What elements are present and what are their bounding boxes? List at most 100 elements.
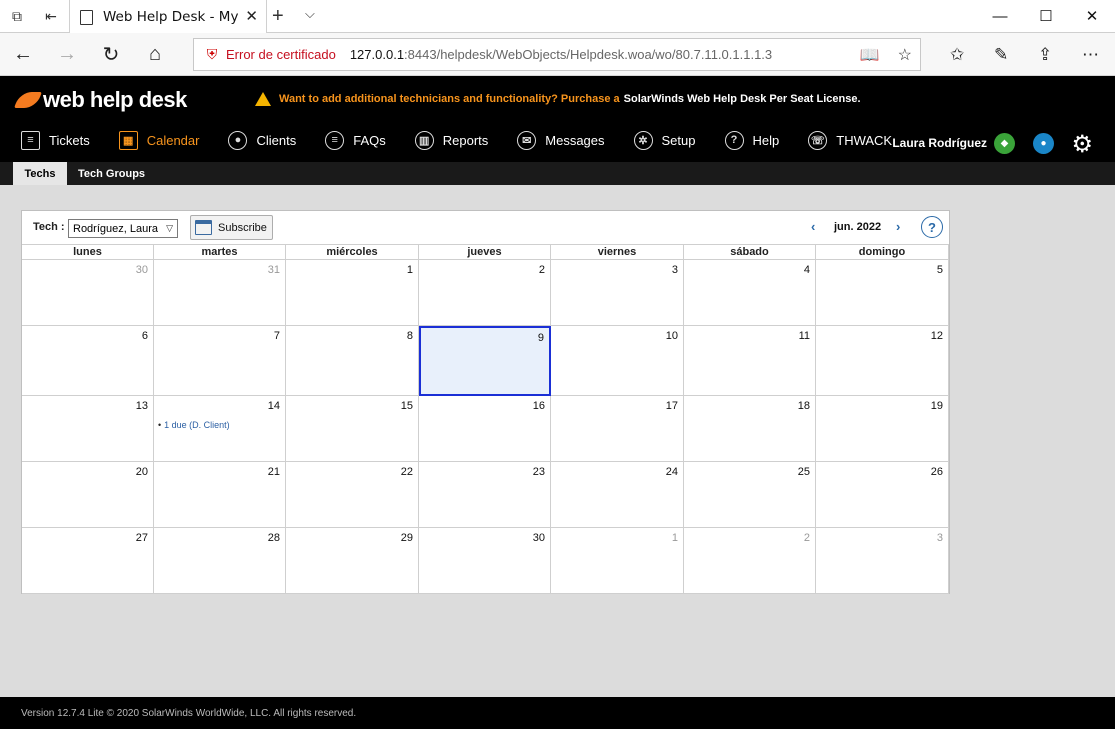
reading-view-icon[interactable]: 📖 bbox=[860, 45, 880, 65]
day-cell[interactable]: 10 bbox=[551, 326, 684, 396]
nav-label: Tickets bbox=[49, 132, 90, 148]
day-cell[interactable]: 26 bbox=[816, 462, 949, 528]
logo[interactable]: web help desk bbox=[14, 87, 187, 113]
day-cell[interactable]: 3 bbox=[551, 260, 684, 326]
tab-techs[interactable]: Techs bbox=[13, 162, 67, 185]
home-icon[interactable]: ⌂ bbox=[135, 33, 175, 76]
nav-clients[interactable]: ● Clients bbox=[219, 130, 297, 150]
tab-tech-groups[interactable]: Tech Groups bbox=[68, 162, 155, 185]
cert-error-label[interactable]: Error de certificado bbox=[226, 47, 336, 62]
maximize-icon[interactable]: ☐ bbox=[1023, 0, 1069, 32]
tab-actions-icon[interactable]: ⧉ bbox=[0, 0, 34, 33]
nav-reports[interactable]: ▥ Reports bbox=[406, 130, 489, 150]
day-cell[interactable]: 16 bbox=[419, 396, 551, 462]
more-icon[interactable]: ⋯ bbox=[1082, 33, 1099, 76]
day-cell[interactable]: 21 bbox=[154, 462, 286, 528]
nav-faqs[interactable]: ≡ FAQs bbox=[316, 130, 386, 150]
day-cell[interactable]: 14 • 1 due (D. Client) bbox=[154, 396, 286, 462]
day-cell[interactable]: 2 bbox=[419, 260, 551, 326]
nav-setup[interactable]: ✲ Setup bbox=[625, 130, 696, 150]
day-cell-today[interactable]: 9 bbox=[419, 326, 551, 396]
event-link[interactable]: 1 due (D. Client) bbox=[164, 420, 230, 430]
close-window-icon[interactable]: ✕ bbox=[1069, 0, 1115, 32]
share-icon[interactable]: ⇪ bbox=[1038, 33, 1052, 76]
faq-list-icon: ≡ bbox=[325, 130, 345, 150]
shield-warning-icon[interactable]: ⛨ bbox=[204, 46, 220, 63]
day-number: 8 bbox=[406, 330, 413, 342]
footer-text: Version 12.7.4 Lite © 2020 SolarWinds Wo… bbox=[21, 707, 357, 719]
day-cell[interactable]: 22 bbox=[286, 462, 419, 528]
day-cell[interactable]: 13 bbox=[22, 396, 154, 462]
nav-calendar[interactable]: ▦ Calendar bbox=[110, 130, 199, 150]
day-number: 3 bbox=[671, 264, 678, 276]
next-month-icon[interactable]: › bbox=[896, 219, 900, 234]
nav-thwack[interactable]: ☏ THWACK bbox=[799, 130, 892, 150]
day-cell[interactable]: 1 bbox=[551, 528, 684, 594]
day-number: 11 bbox=[798, 330, 810, 342]
gear-icon[interactable]: ⚙ bbox=[1071, 130, 1093, 159]
set-tabs-aside-icon[interactable]: ⇤ bbox=[34, 0, 68, 33]
day-number: 2 bbox=[803, 532, 810, 544]
envelope-icon: ✉ bbox=[517, 130, 537, 150]
day-number: 7 bbox=[273, 330, 280, 342]
new-tab-icon[interactable]: + bbox=[272, 5, 284, 28]
promo-link[interactable]: SolarWinds Web Help Desk Per Seat Licens… bbox=[624, 93, 861, 105]
day-cell[interactable]: 4 bbox=[684, 260, 816, 326]
day-cell[interactable]: 20 bbox=[22, 462, 154, 528]
prev-month-icon[interactable]: ‹ bbox=[811, 219, 815, 234]
day-cell[interactable]: 15 bbox=[286, 396, 419, 462]
day-cell[interactable]: 7 bbox=[154, 326, 286, 396]
close-tab-icon[interactable]: ✕ bbox=[245, 7, 258, 25]
tech-select[interactable]: Rodríguez, Laura ▽ bbox=[68, 219, 178, 238]
day-cell[interactable]: 6 bbox=[22, 326, 154, 396]
profile-icon[interactable]: ● bbox=[1033, 133, 1054, 154]
day-cell[interactable]: 24 bbox=[551, 462, 684, 528]
pen-icon[interactable]: ✎ bbox=[994, 33, 1008, 76]
day-cell[interactable]: 5 bbox=[816, 260, 949, 326]
chevron-down-icon[interactable]: ⌵ bbox=[305, 6, 315, 22]
back-icon[interactable]: ← bbox=[3, 33, 43, 76]
nav-label: Reports bbox=[442, 132, 489, 148]
nav-messages[interactable]: ✉ Messages bbox=[508, 130, 605, 150]
day-cell[interactable]: 29 bbox=[286, 528, 419, 594]
day-cell[interactable]: 23 bbox=[419, 462, 551, 528]
event-item[interactable]: • 1 due (D. Client) bbox=[158, 420, 230, 430]
day-cell[interactable]: 31 bbox=[154, 260, 286, 326]
forward-icon[interactable]: → bbox=[47, 33, 87, 76]
sub-tabs: Techs Tech Groups bbox=[0, 162, 1115, 185]
favorites-hub-icon[interactable]: ✩ bbox=[950, 33, 964, 76]
url-bar[interactable]: ⛨ Error de certificado 127.0.0.1 :8443/h… bbox=[193, 38, 921, 71]
subscribe-button[interactable]: Subscribe bbox=[190, 215, 273, 240]
day-cell[interactable]: 2 bbox=[684, 528, 816, 594]
day-cell[interactable]: 18 bbox=[684, 396, 816, 462]
day-cell[interactable]: 27 bbox=[22, 528, 154, 594]
logo-text: web help desk bbox=[43, 87, 187, 112]
day-cell[interactable]: 19 bbox=[816, 396, 949, 462]
day-cell[interactable]: 30 bbox=[419, 528, 551, 594]
day-cell[interactable]: 8 bbox=[286, 326, 419, 396]
nav-help[interactable]: ? Help bbox=[716, 130, 779, 150]
status-icon[interactable]: ◆ bbox=[994, 133, 1015, 154]
day-cell[interactable]: 30 bbox=[22, 260, 154, 326]
day-cell[interactable]: 17 bbox=[551, 396, 684, 462]
help-icon[interactable]: ? bbox=[921, 216, 943, 238]
weekday-header: miércoles bbox=[286, 245, 419, 260]
tech-label: Tech : bbox=[33, 221, 65, 233]
app-header: web help desk Want to add additional tec… bbox=[0, 76, 1115, 162]
browser-tab[interactable]: Web Help Desk - My Ca ✕ bbox=[69, 0, 267, 34]
user-name[interactable]: Laura Rodríguez bbox=[892, 136, 987, 150]
day-cell[interactable]: 11 bbox=[684, 326, 816, 396]
calendar-panel: Tech : Rodríguez, Laura ▽ Subscribe ‹ ju… bbox=[21, 210, 950, 594]
minimize-icon[interactable]: — bbox=[977, 0, 1023, 32]
nav-tickets[interactable]: ≡ Tickets bbox=[12, 130, 90, 150]
favorite-star-icon[interactable]: ☆ bbox=[898, 45, 912, 65]
day-cell[interactable]: 1 bbox=[286, 260, 419, 326]
day-cell[interactable]: 28 bbox=[154, 528, 286, 594]
nav-label: Clients bbox=[256, 132, 297, 148]
day-cell[interactable]: 25 bbox=[684, 462, 816, 528]
day-number: 2 bbox=[538, 264, 545, 276]
day-cell[interactable]: 3 bbox=[816, 528, 949, 594]
weekday-header: sábado bbox=[684, 245, 816, 260]
refresh-icon[interactable]: ↻ bbox=[91, 33, 131, 76]
day-cell[interactable]: 12 bbox=[816, 326, 949, 396]
